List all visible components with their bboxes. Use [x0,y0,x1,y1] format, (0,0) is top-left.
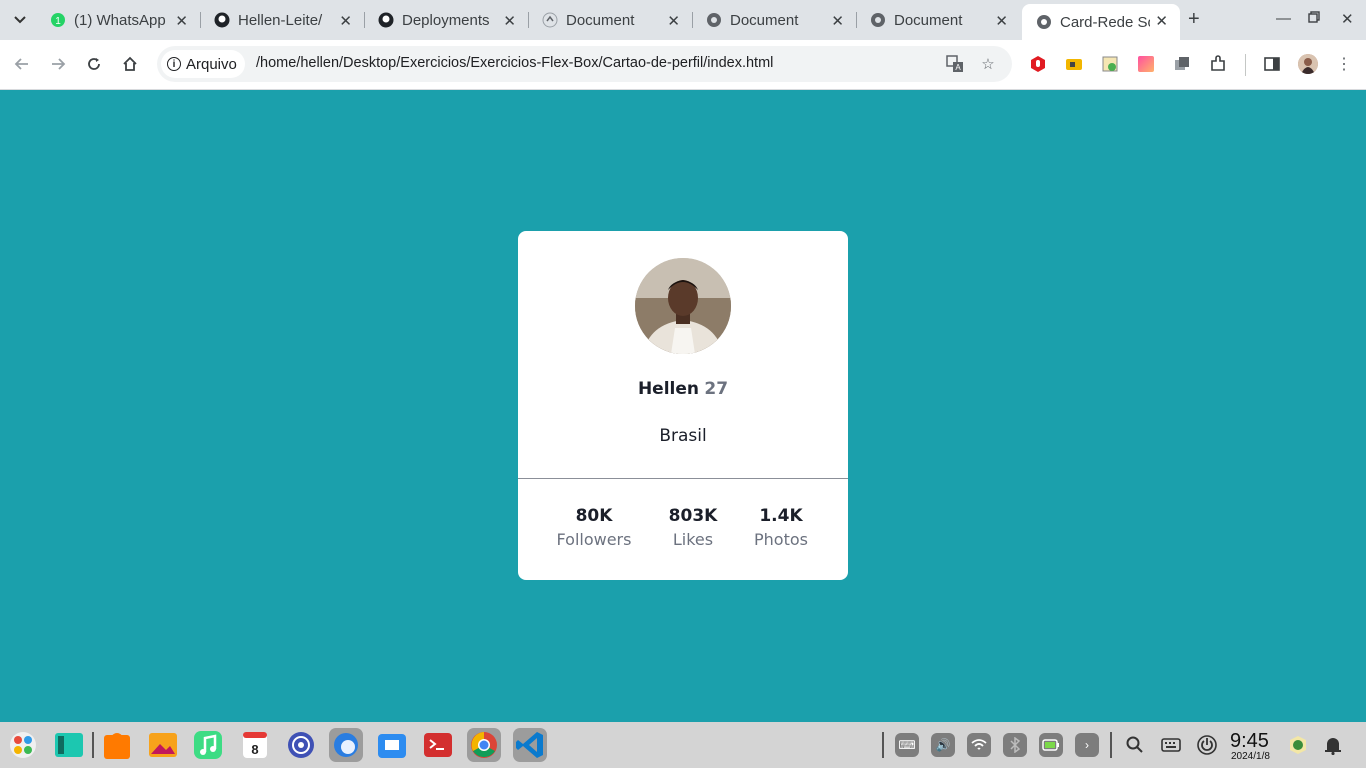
profile-country: Brasil [659,426,707,446]
extension-icon-copy[interactable] [1173,55,1191,73]
tab-github-repo[interactable]: Hellen-Leite/ ✕ [200,0,364,40]
stat-value: 1.4K [759,506,803,526]
forward-arrow-icon[interactable] [48,54,68,74]
battery-icon[interactable] [1039,733,1063,757]
github-icon [214,12,230,28]
search-icon[interactable] [1123,733,1147,757]
toolbar-separator [1245,54,1246,76]
tab-document-3[interactable]: Document ✕ [856,0,1020,40]
document-icon [542,12,558,28]
chevron-right-icon[interactable]: › [1075,733,1099,757]
side-panel-icon[interactable] [1263,55,1281,73]
browser-toolbar: i Arquivo /home/hellen/Desktop/Exercicio… [0,40,1366,90]
translate-icon[interactable]: A [946,55,964,73]
adblock-extension-icon[interactable] [1029,55,1047,73]
close-window-icon[interactable]: ✕ [1341,10,1354,28]
extension-icon-picture[interactable] [1101,55,1119,73]
tab-deployments[interactable]: Deployments ✕ [364,0,528,40]
minimize-icon[interactable]: — [1276,10,1291,27]
stat-photos: 1.4K Photos [748,506,814,549]
github-icon [378,12,394,28]
stat-label: Photos [754,530,808,549]
file-manager-icon[interactable] [375,728,409,762]
app-store-icon[interactable] [100,728,134,762]
volume-icon[interactable]: 🔊 [931,733,955,757]
wifi-icon[interactable] [967,733,991,757]
card-divider [518,478,848,479]
stat-likes: 803K Likes [661,506,725,549]
globe-icon [1036,14,1052,30]
globe-icon [706,12,722,28]
profile-card: Hellen 27 Brasil 80K Followers 803K Like… [518,231,848,580]
taskbar-separator [92,732,94,758]
restore-icon[interactable] [1308,10,1320,27]
image-viewer-icon[interactable] [146,728,180,762]
site-info-chip[interactable]: i Arquivo [161,50,245,78]
stat-label: Likes [672,530,714,549]
browser-edge-icon[interactable] [329,728,363,762]
tab-document-2[interactable]: Document ✕ [692,0,856,40]
taskbar-separator [1110,732,1112,758]
close-icon[interactable]: ✕ [995,12,1008,30]
close-icon[interactable]: ✕ [503,12,516,30]
tab-document-1[interactable]: Document ✕ [528,0,692,40]
info-icon: i [167,57,181,71]
close-icon[interactable]: ✕ [667,12,680,30]
terminal-icon[interactable] [421,728,455,762]
tab-card-rede-social[interactable]: Card-Rede So ✕ [1022,4,1180,40]
svg-text:A: A [955,63,961,72]
profile-avatar-image [635,258,731,354]
multitask-view-icon[interactable] [52,728,86,762]
close-icon[interactable]: ✕ [1155,12,1168,30]
home-icon[interactable] [120,54,140,74]
close-icon[interactable]: ✕ [339,12,352,30]
settings-icon[interactable] [284,728,318,762]
power-icon[interactable] [1195,733,1219,757]
url-text[interactable]: /home/hellen/Desktop/Exercicios/Exercici… [256,55,773,71]
whatsapp-icon: 1 [50,12,66,28]
calendar-day: 8 [251,742,258,757]
update-notifier-icon[interactable] [1286,733,1310,757]
tab-strip: 1 (1) WhatsApp ✕ Hellen-Leite/ ✕ Deploym… [0,0,1366,40]
profile-name-line: Hellen 27 [518,379,848,399]
close-icon[interactable]: ✕ [831,12,844,30]
stat-value: 80K [575,506,613,526]
profile-age: 27 [704,379,729,399]
chrome-icon[interactable] [467,728,501,762]
bookmark-star-icon[interactable]: ☆ [979,55,997,73]
clock-time[interactable]: 9:45 [1230,730,1269,753]
tab-whatsapp[interactable]: 1 (1) WhatsApp ✕ [36,0,200,40]
desktop-taskbar: 8 ⌨ 🔊 › [0,722,1366,768]
back-arrow-icon[interactable] [12,54,32,74]
reload-icon[interactable] [84,54,104,74]
calendar-icon[interactable]: 8 [238,728,272,762]
close-icon[interactable]: ✕ [175,12,188,30]
svg-text:1: 1 [55,16,61,27]
vscode-icon[interactable] [513,728,547,762]
tab-search-button[interactable] [8,8,32,32]
stat-followers: 80K Followers [554,506,634,549]
more-menu-icon[interactable]: ⋮ [1334,54,1354,74]
profile-avatar[interactable] [1298,54,1318,74]
extensions-puzzle-icon[interactable] [1209,55,1227,73]
keyboard-tray-icon[interactable]: ⌨ [895,733,919,757]
address-bar[interactable]: i Arquivo /home/hellen/Desktop/Exercicio… [157,46,1012,82]
onscreen-keyboard-icon[interactable] [1159,733,1183,757]
stat-value: 803K [668,506,718,526]
extension-icon-yellow[interactable] [1065,55,1083,73]
new-tab-plus-icon[interactable]: + [1188,8,1200,31]
chevron-down-icon [14,16,26,24]
clock-date: 2024/1/8 [1231,751,1270,762]
notification-bell-icon[interactable] [1321,733,1345,757]
taskbar-separator [882,732,884,758]
extension-icon-gradient[interactable] [1137,55,1155,73]
stat-label: Followers [556,530,632,549]
bluetooth-icon[interactable] [1003,733,1027,757]
music-icon[interactable] [191,728,225,762]
launcher-icon[interactable] [6,728,40,762]
globe-icon [870,12,886,28]
profile-name: Hellen [637,379,699,399]
